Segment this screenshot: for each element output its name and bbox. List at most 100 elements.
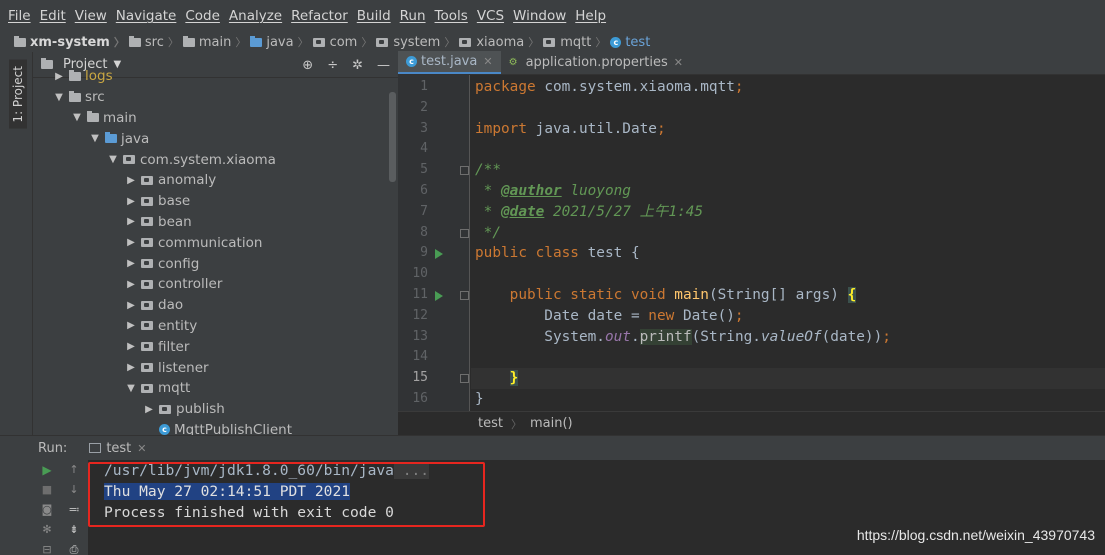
line-number[interactable]: 12 (398, 306, 428, 327)
tree-item-config[interactable]: ▶ config (33, 253, 398, 274)
console-output[interactable]: /usr/lib/jvm/jdk1.8.0_60/bin/java ... Th… (104, 460, 430, 523)
print-icon[interactable]: ⎙ (67, 543, 81, 555)
line-number[interactable]: 15 (398, 368, 428, 389)
line-number[interactable]: 11 (398, 285, 428, 306)
tree-item-mqttpublishclient[interactable]: c MqttPublishClient (33, 420, 398, 435)
arrow-down-icon[interactable]: ↓ (67, 483, 81, 496)
tree-item-dao[interactable]: ▶ dao (33, 295, 398, 316)
tree-item-listener[interactable]: ▶ listener (33, 357, 398, 378)
project-tree-scrollbar[interactable] (389, 92, 396, 182)
line-number[interactable]: 16 (398, 389, 428, 410)
chevron-right-icon[interactable]: ▶ (125, 362, 137, 373)
chevron-down-icon[interactable]: ▼ (107, 154, 119, 165)
close-icon[interactable]: ✕ (483, 55, 492, 68)
chevron-right-icon[interactable]: ▶ (143, 404, 155, 415)
chevron-down-icon[interactable]: ▼ (71, 112, 83, 123)
close-icon[interactable]: ✕ (137, 442, 146, 455)
tree-item-main[interactable]: ▼ main (33, 108, 398, 129)
run-tab-test[interactable]: test ✕ (89, 441, 147, 456)
tree-item-mqtt[interactable]: ▼ mqtt (33, 378, 398, 399)
fold-icon[interactable] (460, 374, 469, 384)
chevron-right-icon[interactable]: ▶ (53, 71, 65, 82)
menu-window[interactable]: Window (513, 8, 566, 24)
line-number[interactable]: 2 (398, 98, 428, 119)
tree-item-src[interactable]: ▼ src (33, 87, 398, 108)
chevron-right-icon[interactable]: ▶ (125, 300, 137, 311)
line-number[interactable]: 8 (398, 223, 428, 244)
run-gutter-icon[interactable] (435, 290, 443, 301)
menu-file[interactable]: File (8, 8, 31, 24)
nav-crumb-test[interactable]: c test (610, 35, 650, 50)
tree-item-bean[interactable]: ▶ bean (33, 212, 398, 233)
chevron-down-icon[interactable]: ▼ (125, 383, 137, 394)
nav-crumb-main[interactable]: main 〉 (182, 34, 250, 50)
nav-crumb-src[interactable]: src 〉 (128, 34, 183, 50)
tree-item-filter[interactable]: ▶ filter (33, 336, 398, 357)
line-number[interactable]: 3 (398, 119, 428, 140)
menu-tools[interactable]: Tools (435, 8, 468, 24)
fold-icon[interactable] (460, 291, 469, 300)
menu-help[interactable]: Help (575, 8, 606, 24)
chevron-right-icon[interactable]: ▶ (125, 320, 137, 331)
nav-crumb-system[interactable]: system 〉 (376, 34, 459, 50)
tree-item-logs[interactable]: ▶ logs (33, 66, 398, 87)
line-number[interactable]: 9 (398, 243, 428, 264)
chevron-right-icon[interactable]: ▶ (125, 341, 137, 352)
line-number[interactable]: 4 (398, 139, 428, 160)
menu-run[interactable]: Run (400, 8, 426, 24)
line-number[interactable]: 13 (398, 327, 428, 348)
chevron-right-icon[interactable]: ▶ (125, 196, 137, 207)
tab-application-properties[interactable]: ⚙ application.properties ✕ (501, 51, 691, 74)
line-number[interactable]: 6 (398, 181, 428, 202)
arrow-up-icon[interactable]: ↑ (67, 463, 81, 476)
line-number[interactable]: 1 (398, 77, 428, 98)
menu-analyze[interactable]: Analyze (229, 8, 282, 24)
tree-item-com-system-xiaoma[interactable]: ▼ com.system.xiaoma (33, 149, 398, 170)
menu-build[interactable]: Build (357, 8, 391, 24)
chevron-right-icon[interactable]: ▶ (125, 175, 137, 186)
tree-item-base[interactable]: ▶ base (33, 191, 398, 212)
line-number[interactable]: 7 (398, 202, 428, 223)
nav-crumb-java[interactable]: java 〉 (250, 34, 312, 50)
line-number[interactable]: 5 (398, 160, 428, 181)
tree-item-entity[interactable]: ▶ entity (33, 316, 398, 337)
menu-edit[interactable]: Edit (40, 8, 66, 24)
chevron-right-icon[interactable]: ▶ (125, 258, 137, 269)
scroll-to-end-icon[interactable]: ⇟ (67, 523, 81, 536)
nav-crumb-mqtt[interactable]: mqtt 〉 (543, 34, 610, 50)
fold-icon[interactable] (460, 166, 469, 176)
nav-crumb-xiaoma[interactable]: xiaoma 〉 (459, 34, 543, 50)
tab-test-java[interactable]: c test.java ✕ (398, 51, 501, 74)
chevron-down-icon[interactable]: ▼ (53, 92, 65, 103)
chevron-right-icon[interactable]: ▶ (125, 216, 137, 227)
code-editor[interactable]: package com.system.xiaoma.mqtt; import ja… (471, 75, 1105, 411)
code-crumb-method[interactable]: main() (530, 416, 573, 431)
chevron-right-icon[interactable]: ▶ (125, 279, 137, 290)
run-gutter-icon[interactable] (435, 248, 443, 259)
menu-refactor[interactable]: Refactor (291, 8, 348, 24)
close-icon[interactable]: ✕ (674, 56, 683, 69)
menu-vcs[interactable]: VCS (477, 8, 504, 24)
soft-wrap-icon[interactable]: ≕ (67, 503, 81, 516)
tree-item-communication[interactable]: ▶ communication (33, 232, 398, 253)
settings-icon[interactable]: ✻ (40, 523, 54, 536)
project-tool-tab[interactable]: 1: Project (9, 60, 27, 129)
fold-icon[interactable] (460, 228, 469, 238)
chevron-right-icon[interactable]: ▶ (125, 237, 137, 248)
tree-item-java[interactable]: ▼ java (33, 128, 398, 149)
stop-icon[interactable]: ■ (40, 483, 54, 496)
code-crumb-class[interactable]: test (478, 416, 503, 431)
chevron-down-icon[interactable]: ▼ (89, 133, 101, 144)
menu-code[interactable]: Code (185, 8, 220, 24)
console-expand-dots[interactable]: ... (393, 462, 430, 479)
restore-layout-icon[interactable]: ⊟ (40, 543, 54, 555)
tree-item-controller[interactable]: ▶ controller (33, 274, 398, 295)
nav-crumb-com[interactable]: com 〉 (312, 34, 377, 50)
tree-item-publish[interactable]: ▶ publish (33, 399, 398, 420)
menu-navigate[interactable]: Navigate (116, 8, 177, 24)
rerun-icon[interactable]: ▶ (40, 463, 54, 477)
tree-item-anomaly[interactable]: ▶ anomaly (33, 170, 398, 191)
camera-icon[interactable]: ◙ (40, 503, 54, 516)
line-number[interactable]: 14 (398, 347, 428, 368)
menu-view[interactable]: View (75, 8, 107, 24)
